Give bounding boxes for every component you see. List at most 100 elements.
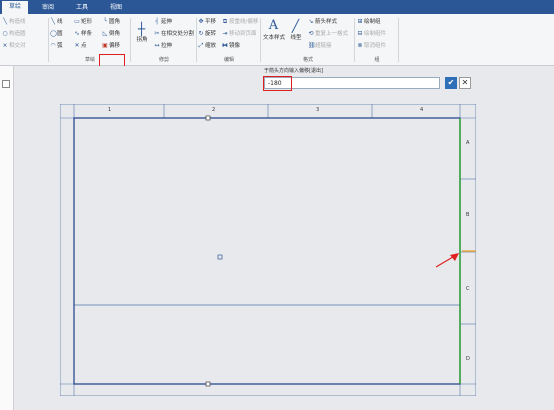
callout-highlight-input <box>263 76 292 91</box>
line-style-icon: ╱ <box>291 19 300 33</box>
group-label-trim: 修剪 <box>158 57 169 63</box>
ribbon-item-extend[interactable]: ┤ 延伸 <box>154 18 172 26</box>
construction-line-icon: ╲ <box>3 18 7 25</box>
ribbon-item-repeat-format[interactable]: ⟲重复上一格式 <box>308 30 348 38</box>
tab-review[interactable]: 审阅 <box>36 2 60 14</box>
group-label-sketch: 草绘 <box>84 57 95 63</box>
offset-icon: ▣ <box>102 42 108 49</box>
prompt-label: 于箭头方向输入偏移[退出] <box>264 68 323 74</box>
ribbon-item-hyperlink[interactable]: ⛓超链接 <box>308 42 332 50</box>
confirm-button[interactable]: ✔ <box>445 77 457 89</box>
panel-icon[interactable] <box>2 80 10 88</box>
line-style-button[interactable]: ╱ 线型 <box>288 18 304 46</box>
ungroup-icon: ⊗ <box>357 42 363 49</box>
line-icon: ╲ <box>51 18 55 25</box>
ribbon-item-stretch[interactable]: ↔拉伸 <box>154 42 172 50</box>
offset-prompt: 于箭头方向输入偏移[退出] ✔ ✕ <box>263 66 474 92</box>
row-label-d: D <box>466 356 470 362</box>
divider <box>130 18 131 62</box>
group-icon: ⊞ <box>357 18 363 25</box>
extend-icon: ┤ <box>155 18 159 25</box>
handle-top[interactable] <box>205 115 211 121</box>
group-label-format: 格式 <box>302 57 313 63</box>
ribbon-panel: ╲ 构造线 ○构造圆 ⨯相交对 ╲ 线 ◯圆 ◠弧 ▭矩形 ∿样条 ✕点 ╰ 圆角 ◺… <box>0 14 554 70</box>
rotate-icon: ↻ <box>198 30 204 37</box>
callout-arrow-head <box>450 253 459 261</box>
row-label-b: B <box>466 212 470 218</box>
ribbon-item-copy-offset[interactable]: ⧉ 按重线/偏移 <box>222 18 259 26</box>
column-label-2: 2 <box>212 107 216 113</box>
group-label-edit: 编辑 <box>223 57 234 63</box>
tab-sketch[interactable]: 草绘 <box>2 1 28 14</box>
ribbon-item-chamfer[interactable]: ◺ 倒角 <box>102 30 120 38</box>
column-label-4: 4 <box>420 107 424 113</box>
ribbon-item-group-component[interactable]: ⊟绘制组件 <box>357 30 386 38</box>
divider <box>354 18 355 62</box>
inner-border[interactable] <box>73 117 461 385</box>
stretch-icon: ↔ <box>154 42 160 49</box>
point-icon: ✕ <box>74 42 80 49</box>
move-to-page-icon: ⇥ <box>222 30 228 37</box>
ribbon-item-construction-line[interactable]: ╲ 构造线 <box>2 18 25 26</box>
ribbon-item-move[interactable]: ✥平移 <box>198 18 216 26</box>
corner-icon: ┼ <box>137 22 146 36</box>
handle-bottom[interactable] <box>205 381 211 387</box>
ribbon-item-move-to-page[interactable]: ⇥移动到页面 <box>222 30 256 38</box>
construction-circle-icon: ○ <box>2 30 8 37</box>
rectangle-icon: ▭ <box>74 18 80 25</box>
ribbon-item-point[interactable]: ✕点 <box>74 42 86 50</box>
repeat-format-icon: ⟲ <box>308 30 314 37</box>
ribbon-item-offset[interactable]: ▣偏移 <box>102 42 120 50</box>
row-label-c: C <box>466 286 470 292</box>
outer-border <box>59 103 477 397</box>
tab-view[interactable]: 视图 <box>104 2 128 14</box>
ribbon-item-arrow-style[interactable]: ↘箭头样式 <box>308 18 337 26</box>
text-style-button[interactable]: A 文本样式 <box>263 18 285 46</box>
ribbon-item-intersect[interactable]: ⨯相交对 <box>2 42 25 50</box>
ribbon-item-mirror[interactable]: ⧓镜像 <box>222 42 240 50</box>
center-marker <box>217 254 223 260</box>
row-label-a: A <box>466 140 470 146</box>
ribbon-item-rectangle[interactable]: ▭矩形 <box>74 18 92 26</box>
divider <box>48 18 49 62</box>
corner-button[interactable]: ┼ 拐角 <box>133 22 151 48</box>
divider <box>398 18 399 62</box>
chamfer-icon: ◺ <box>102 30 108 37</box>
tab-tools[interactable]: 工具 <box>70 2 94 14</box>
text-style-icon: A <box>268 18 279 33</box>
intersect-icon: ⨯ <box>2 42 8 49</box>
ribbon-item-line[interactable]: ╲ 线 <box>50 18 62 26</box>
circle-icon: ◯ <box>50 30 57 37</box>
cancel-button[interactable]: ✕ <box>459 77 471 89</box>
copy-offset-icon: ⧉ <box>222 18 228 25</box>
ribbon-item-split[interactable]: ✂在相交处分割 <box>154 30 194 38</box>
arrow-style-icon: ↘ <box>308 18 314 25</box>
fillet-icon: ╰ <box>103 18 107 25</box>
left-panel <box>0 66 14 410</box>
group-label-group: 组 <box>374 57 380 63</box>
mirror-icon: ⧓ <box>222 42 228 49</box>
split-icon: ✂ <box>154 30 160 37</box>
ribbon-item-arc[interactable]: ◠弧 <box>50 42 62 50</box>
ribbon-item-circle[interactable]: ◯圆 <box>50 30 63 38</box>
column-label-1: 1 <box>108 107 112 113</box>
ribbon-item-construction-circle[interactable]: ○构造圆 <box>2 30 25 38</box>
ribbon-item-ungroup[interactable]: ⊗取消组件 <box>357 42 386 50</box>
ribbon-item-draw-group[interactable]: ⊞绘制组 <box>357 18 380 26</box>
divider <box>196 18 197 62</box>
scale-icon: ⤢ <box>198 42 204 49</box>
ribbon-item-spline[interactable]: ∿样条 <box>74 30 92 38</box>
drawing-sheet[interactable]: 1 2 3 4 A B C D <box>59 103 488 397</box>
ribbon-tab-bar: 草绘 审阅 工具 视图 <box>0 0 554 14</box>
ribbon-item-rotate[interactable]: ↻旋转 <box>198 30 216 38</box>
spline-icon: ∿ <box>74 30 80 37</box>
arc-icon: ◠ <box>50 42 56 49</box>
divider <box>260 18 261 62</box>
move-icon: ✥ <box>198 18 204 25</box>
ribbon-item-scale[interactable]: ⤢ 缩放 <box>198 42 216 50</box>
hyperlink-icon: ⛓ <box>308 42 316 49</box>
sheet-frame-svg <box>59 103 488 397</box>
column-label-3: 3 <box>316 107 320 113</box>
ribbon-item-fillet[interactable]: ╰ 圆角 <box>102 18 120 26</box>
group-component-icon: ⊟ <box>357 30 363 37</box>
